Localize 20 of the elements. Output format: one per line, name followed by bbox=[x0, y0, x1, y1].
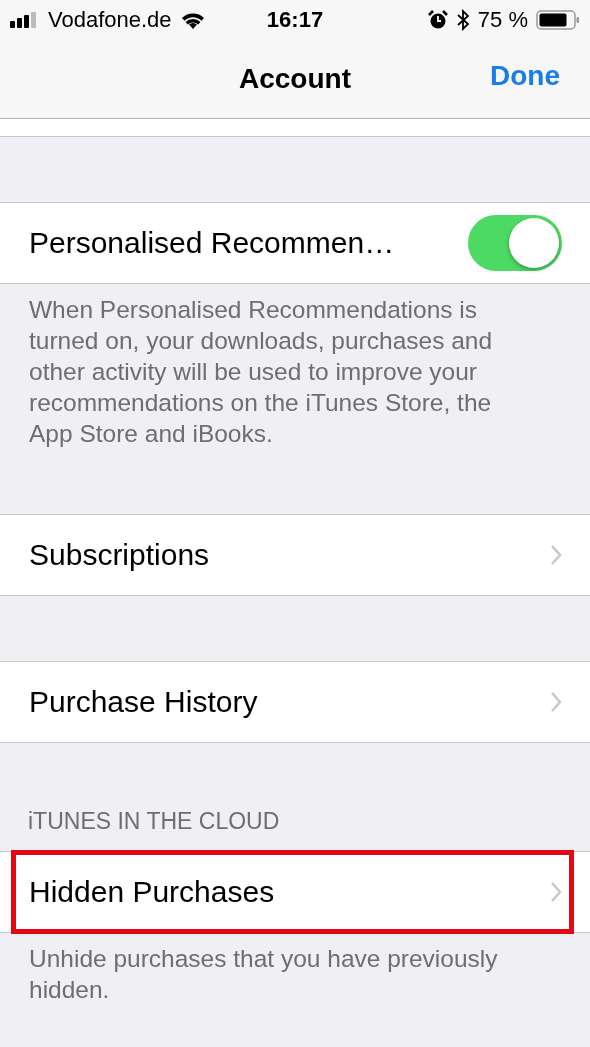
chevron-icon bbox=[550, 881, 562, 903]
nav-title: Account bbox=[239, 63, 351, 95]
section-header: iTUNES IN THE CLOUD bbox=[27, 808, 280, 836]
battery-icon bbox=[536, 10, 580, 30]
section-footer: Unhide purchases that you have previously hidden. bbox=[0, 933, 590, 1005]
status-time: 16:17 bbox=[266, 7, 324, 33]
row-label: Subscriptions bbox=[29, 538, 210, 572]
toggle-switch[interactable] bbox=[468, 215, 562, 271]
battery-percent: 75 % bbox=[477, 7, 528, 33]
done-button[interactable]: Done bbox=[490, 60, 560, 92]
carrier-name: Vodafone.de bbox=[48, 7, 172, 33]
section-footer: When Personalised Recommendations is turned on, your downloads, purchases and other activity will be used to improve your recommendations on the iTunes Store, the App Store and iBooks. bbox=[0, 284, 590, 449]
row-label: Purchase History bbox=[29, 685, 258, 719]
chevron-icon bbox=[550, 544, 562, 566]
alarm-icon bbox=[427, 10, 448, 30]
row-label: Personalised Recommen… bbox=[29, 226, 395, 260]
row-label: Hidden Purchases bbox=[29, 875, 275, 909]
bluetooth-icon bbox=[455, 9, 470, 31]
settings-row[interactable]: Hidden Purchases bbox=[13, 852, 572, 932]
chevron-icon bbox=[550, 691, 562, 713]
